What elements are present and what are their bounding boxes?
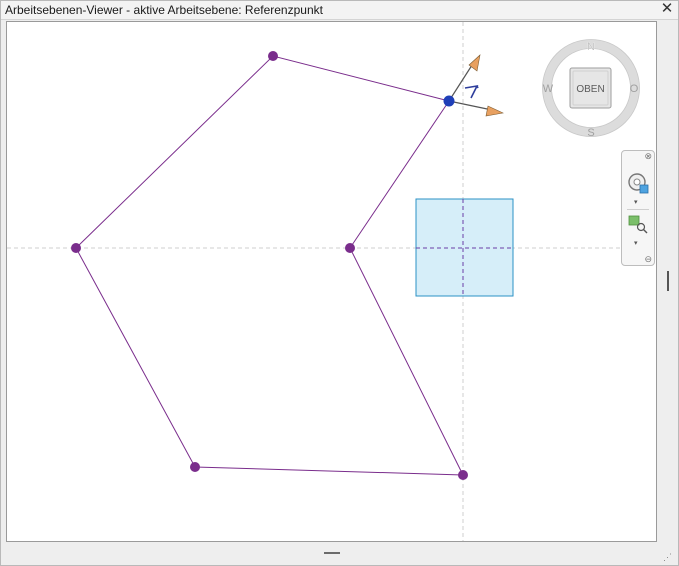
compass-east[interactable]: O (630, 83, 639, 95)
navbar-options-icon[interactable]: ⊖ (644, 255, 652, 264)
x-axis-arrow-icon[interactable] (485, 105, 504, 117)
spline-left[interactable] (75, 55, 464, 476)
zoom-dropdown-icon[interactable]: ▾ (634, 240, 638, 247)
drawing-area[interactable]: OBEN N S O W (6, 21, 657, 542)
resize-grip-icon[interactable]: ⋰ (663, 553, 672, 562)
full-navigation-wheel-icon[interactable] (626, 171, 652, 197)
zoom-region-icon[interactable] (628, 215, 650, 235)
compass-north[interactable]: N (587, 41, 595, 53)
viewcube[interactable]: OBEN N S O W (542, 39, 640, 140)
compass-west[interactable]: W (543, 83, 554, 95)
compass-south[interactable]: S (587, 127, 594, 139)
scrollbar-thumb[interactable] (667, 271, 669, 291)
viewcube-face-label: OBEN (576, 84, 604, 95)
splitter-grip[interactable] (324, 552, 340, 554)
active-reference-point[interactable] (443, 95, 455, 107)
reference-point[interactable] (71, 243, 81, 253)
workplane-viewer-window: Arbeitsebenen-Viewer - aktive Arbeitsebe… (0, 0, 679, 566)
reference-point[interactable] (190, 462, 200, 472)
y-axis-arrow-icon[interactable] (468, 54, 481, 72)
navbar-close-icon[interactable]: ⊗ (644, 152, 652, 161)
reference-point[interactable] (268, 51, 278, 61)
close-button[interactable]: ✕ (660, 1, 674, 16)
workplane-symbol-icon (464, 84, 479, 99)
navigation-wheel-dropdown-icon[interactable]: ▾ (634, 199, 638, 206)
navigation-bar: ⊗ ▾ ▾ ⊖ (621, 150, 655, 266)
drawing-canvas[interactable]: OBEN N S O W (7, 22, 656, 541)
window-title: Arbeitsebenen-Viewer - aktive Arbeitsebe… (5, 3, 323, 17)
move-gizmo[interactable] (448, 54, 504, 117)
title-bar[interactable]: Arbeitsebenen-Viewer - aktive Arbeitsebe… (1, 1, 678, 20)
reference-point[interactable] (458, 470, 468, 480)
navbar-separator (627, 209, 649, 210)
reference-point[interactable] (345, 243, 355, 253)
bottom-bar: ⋰ (6, 544, 674, 564)
